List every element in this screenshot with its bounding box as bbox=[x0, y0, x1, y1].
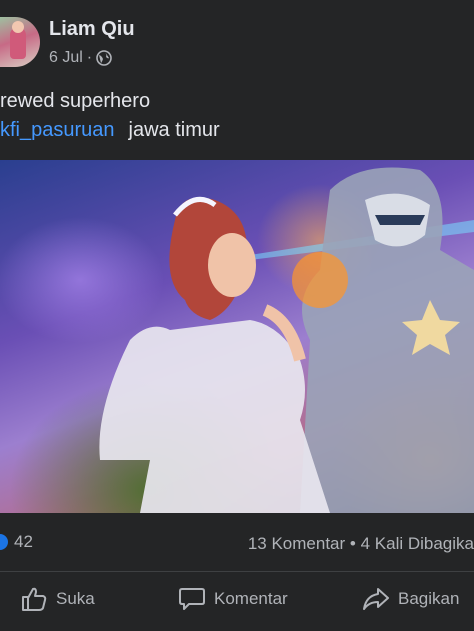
caption-line-2: kfi_pasuruan jawa timur bbox=[0, 119, 220, 142]
comment-button[interactable]: Komentar bbox=[178, 586, 288, 612]
divider bbox=[0, 571, 474, 572]
like-count[interactable]: 42 bbox=[0, 532, 33, 552]
location-text: jawa timur bbox=[128, 119, 220, 141]
hashtag-link[interactable]: kfi_pasuruan bbox=[0, 119, 115, 141]
bride-face bbox=[208, 233, 256, 297]
post-header: Liam Qiu 6 Jul · bbox=[0, 0, 474, 82]
post-date[interactable]: 6 Jul bbox=[49, 49, 83, 67]
engagement-stats: 42 13 Komentar • 4 Kali Dibagika bbox=[0, 526, 474, 556]
share-label: Bagikan bbox=[398, 589, 460, 608]
comment-share-counts: 13 Komentar • 4 Kali Dibagika bbox=[248, 534, 474, 554]
post-caption: rewed superhero kfi_pasuruan jawa timur bbox=[0, 90, 220, 142]
globe-icon bbox=[96, 50, 112, 66]
stats-dot: • bbox=[349, 534, 356, 553]
comment-label: Komentar bbox=[214, 589, 288, 608]
avatar-head bbox=[12, 21, 24, 33]
thumbs-up-icon bbox=[22, 587, 47, 611]
post-photo[interactable] bbox=[0, 160, 474, 513]
action-bar: Suka Komentar Bagikan bbox=[0, 578, 474, 622]
share-button[interactable]: Bagikan bbox=[362, 586, 459, 612]
like-count-value: 42 bbox=[14, 532, 33, 551]
fire-glow bbox=[292, 252, 348, 308]
photo-artwork bbox=[99, 167, 474, 513]
share-icon bbox=[363, 588, 389, 610]
author-name[interactable]: Liam Qiu bbox=[49, 18, 135, 41]
comment-icon bbox=[179, 588, 205, 610]
hero-visor bbox=[375, 215, 425, 225]
comment-count[interactable]: 13 Komentar bbox=[248, 534, 345, 553]
like-button[interactable]: Suka bbox=[20, 586, 95, 612]
like-icon bbox=[0, 534, 8, 550]
post-meta: 6 Jul · bbox=[49, 49, 112, 67]
avatar[interactable] bbox=[0, 17, 40, 67]
like-label: Suka bbox=[56, 589, 95, 608]
share-count[interactable]: 4 Kali Dibagika bbox=[361, 534, 474, 553]
caption-line-1: rewed superhero bbox=[0, 90, 151, 112]
meta-separator: · bbox=[86, 49, 93, 66]
